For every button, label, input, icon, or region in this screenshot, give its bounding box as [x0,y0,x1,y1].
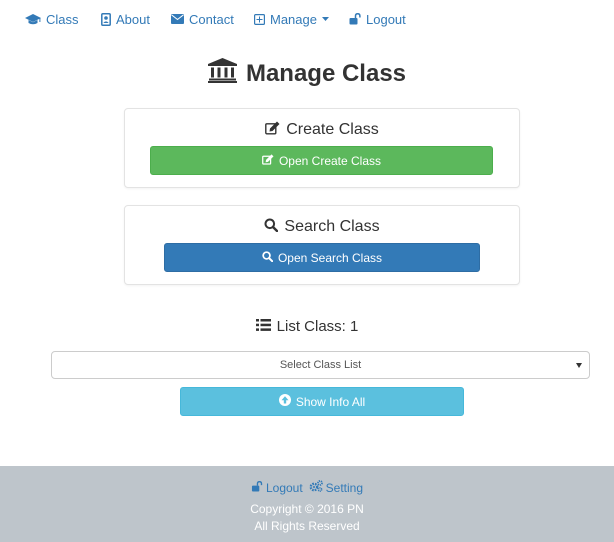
arrow-circle-up-icon [278,394,291,409]
list-class-heading: List Class: 1 [0,316,614,336]
unlock-icon [349,13,361,25]
create-class-heading: Create Class [125,120,519,140]
chevron-down-icon [576,363,582,368]
class-list-select-value: Select Class List [279,359,362,371]
footer-setting-label: Setting [325,480,364,495]
search-class-panel: Search Class Open Search Class [124,205,520,285]
search-icon [262,250,274,265]
nav-item-class[interactable]: Class [25,10,79,28]
nav-item-label: Manage [270,11,317,27]
footer-copyright: Copyright © 2016 PN [250,502,364,516]
nav-item-about[interactable]: About [101,10,150,28]
footer-links: Logout Setting [0,480,614,495]
search-class-heading: Search Class [125,217,519,237]
nav-item-label: Logout [366,11,406,27]
plus-square-icon [254,13,265,25]
show-info-all-label: Show Info All [295,394,366,409]
top-navbar: Class About Contact Manage Logout [0,0,614,36]
nav-item-contact[interactable]: Contact [171,10,234,28]
footer-logout-link[interactable]: Logout [251,481,303,495]
open-create-class-button[interactable]: Open Create Class [150,146,493,175]
envelope-icon [171,14,184,24]
footer: Logout Setting Copyright © 2016 PN All R… [0,466,614,542]
nav-item-logout[interactable]: Logout [349,10,406,28]
gears-icon [309,480,323,495]
footer-setting-link[interactable]: Setting [309,480,363,495]
page-title: Manage Class [0,56,614,92]
class-list-select[interactable]: Select Class List [51,351,590,379]
caret-down-icon [321,17,329,21]
list-icon [255,318,271,335]
page-title-text: Manage Class [245,60,407,87]
show-info-all-button[interactable]: Show Info All [180,387,464,416]
open-search-class-label: Open Search Class [277,250,383,265]
footer-rights: All Rights Reserved [254,519,360,533]
open-search-class-button[interactable]: Open Search Class [164,243,480,272]
nav-item-label: Class [46,11,79,27]
institution-icon [207,58,237,90]
id-badge-icon [101,12,111,26]
create-class-panel: Create Class Open Create Class [124,108,520,188]
search-class-title: Search Class [284,218,380,235]
footer-logout-label: Logout [265,480,303,495]
search-icon [264,218,279,237]
nav-item-label: Contact [189,11,234,27]
graduation-cap-icon [25,13,41,25]
edit-icon [265,121,280,140]
edit-icon [262,153,274,168]
open-create-class-label: Open Create Class [278,153,382,168]
create-class-title: Create Class [286,121,379,138]
nav-item-label: About [116,11,150,27]
list-class-text: List Class: 1 [276,317,359,335]
nav-item-manage[interactable]: Manage [254,10,329,28]
unlock-icon [251,480,263,495]
